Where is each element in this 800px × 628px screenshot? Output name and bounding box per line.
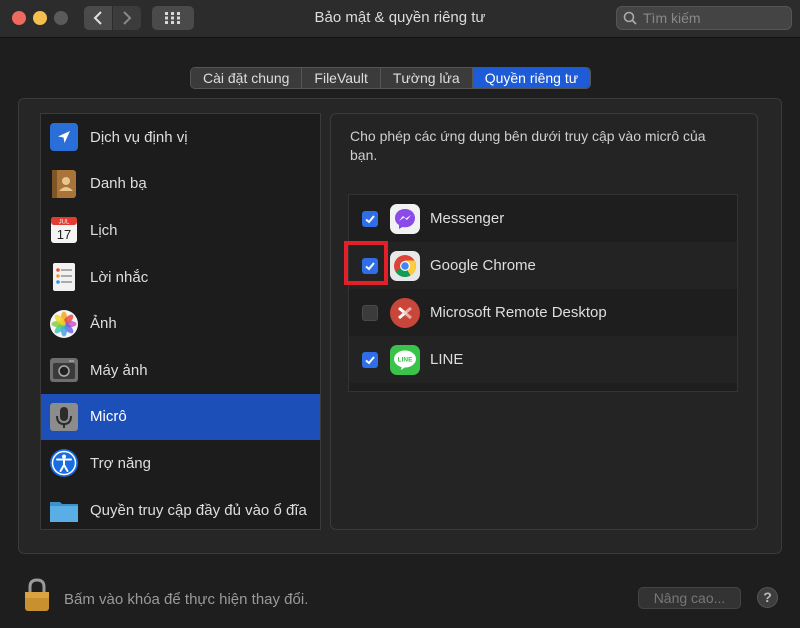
sidebar-item-accessibility[interactable]: Trợ năng	[41, 440, 320, 487]
sidebar-item-label: Lời nhắc	[90, 268, 149, 286]
sidebar-item-label: Máy ảnh	[90, 361, 148, 379]
remote-desktop-icon	[389, 297, 421, 329]
search-field[interactable]	[616, 6, 792, 30]
sidebar-item-label: Quyền truy cập đầy đủ vào ổ đĩa	[90, 501, 307, 519]
accessibility-icon	[49, 448, 79, 478]
app-name: Microsoft Remote Desktop	[430, 304, 607, 321]
app-row-remote-desktop[interactable]: Microsoft Remote Desktop	[349, 289, 737, 336]
lock-icon[interactable]	[24, 578, 50, 612]
sidebar-item-label: Trợ năng	[90, 454, 151, 472]
line-icon: LINE	[389, 344, 421, 376]
app-permission-list[interactable]: Messenger Google Chrome Microsoft Remote…	[348, 194, 738, 392]
calendar-day: 17	[57, 227, 71, 242]
app-name: LINE	[430, 351, 464, 368]
sidebar-item-label: Lịch	[90, 221, 118, 239]
sidebar-item-reminders[interactable]: Lời nhắc	[41, 254, 320, 301]
help-button[interactable]: ?	[757, 587, 778, 608]
app-name: Messenger	[430, 210, 505, 227]
messenger-icon	[389, 203, 421, 235]
sidebar-item-label: Dịch vụ định vị	[90, 128, 188, 146]
tab-filevault[interactable]: FileVault	[302, 68, 381, 88]
contacts-book-icon	[49, 169, 79, 199]
photos-icon	[49, 309, 79, 339]
permission-description: Cho phép các ứng dụng bên dưới truy cập …	[350, 128, 706, 163]
sidebar-item-label: Ảnh	[90, 315, 117, 333]
advanced-button[interactable]: Nâng cao...	[638, 587, 741, 609]
sidebar-item-photos[interactable]: Ảnh	[41, 300, 320, 347]
remote-desktop-checkbox[interactable]	[362, 304, 378, 321]
sidebar-item-camera[interactable]: Máy ảnh	[41, 347, 320, 394]
location-arrow-icon	[49, 122, 79, 152]
svg-text:LINE: LINE	[398, 356, 413, 363]
app-row-chrome[interactable]: Google Chrome	[349, 242, 737, 289]
sidebar-item-location[interactable]: Dịch vụ định vị	[41, 114, 320, 161]
checkmark-icon	[365, 214, 375, 223]
app-row-line[interactable]: LINE LINE	[349, 336, 737, 383]
chrome-icon	[389, 250, 421, 282]
checkmark-icon	[365, 355, 375, 364]
sidebar-item-calendar[interactable]: JUL 17 Lịch	[41, 207, 320, 254]
tab-firewall[interactable]: Tường lửa	[380, 68, 473, 88]
app-row-messenger[interactable]: Messenger	[349, 195, 737, 242]
title-bar: Bảo mật & quyền riêng tư	[0, 0, 800, 38]
tab-privacy[interactable]: Quyền riêng tư	[472, 68, 591, 88]
chrome-checkbox[interactable]	[362, 257, 378, 274]
sidebar-item-full-disk-access[interactable]: Quyền truy cập đầy đủ vào ổ đĩa	[41, 487, 320, 534]
privacy-category-list[interactable]: Dịch vụ định vị Danh bạ JUL 17 Lịch Lời n…	[40, 113, 321, 530]
calendar-icon: JUL 17	[49, 215, 79, 245]
sidebar-item-label: Danh bạ	[90, 175, 147, 193]
sidebar-item-microphone[interactable]: Micrô	[41, 393, 320, 441]
app-name: Google Chrome	[430, 257, 536, 274]
checkmark-icon	[365, 261, 375, 270]
folder-icon	[49, 495, 79, 525]
messenger-checkbox[interactable]	[362, 210, 378, 227]
search-icon	[623, 11, 637, 25]
camera-icon	[49, 355, 79, 385]
microphone-icon	[49, 402, 79, 432]
tab-general[interactable]: Cài đặt chung	[191, 68, 303, 88]
lock-hint-text: Bấm vào khóa để thực hiện thay đổi.	[64, 591, 309, 608]
sidebar-item-label: Micrô	[90, 408, 127, 426]
line-checkbox[interactable]	[362, 351, 378, 368]
calendar-month: JUL	[59, 220, 70, 226]
reminders-icon	[49, 262, 79, 292]
search-input[interactable]	[643, 10, 783, 26]
sidebar-item-contacts[interactable]: Danh bạ	[41, 161, 320, 208]
tab-bar: Cài đặt chung FileVault Tường lửa Quyền …	[190, 67, 592, 89]
